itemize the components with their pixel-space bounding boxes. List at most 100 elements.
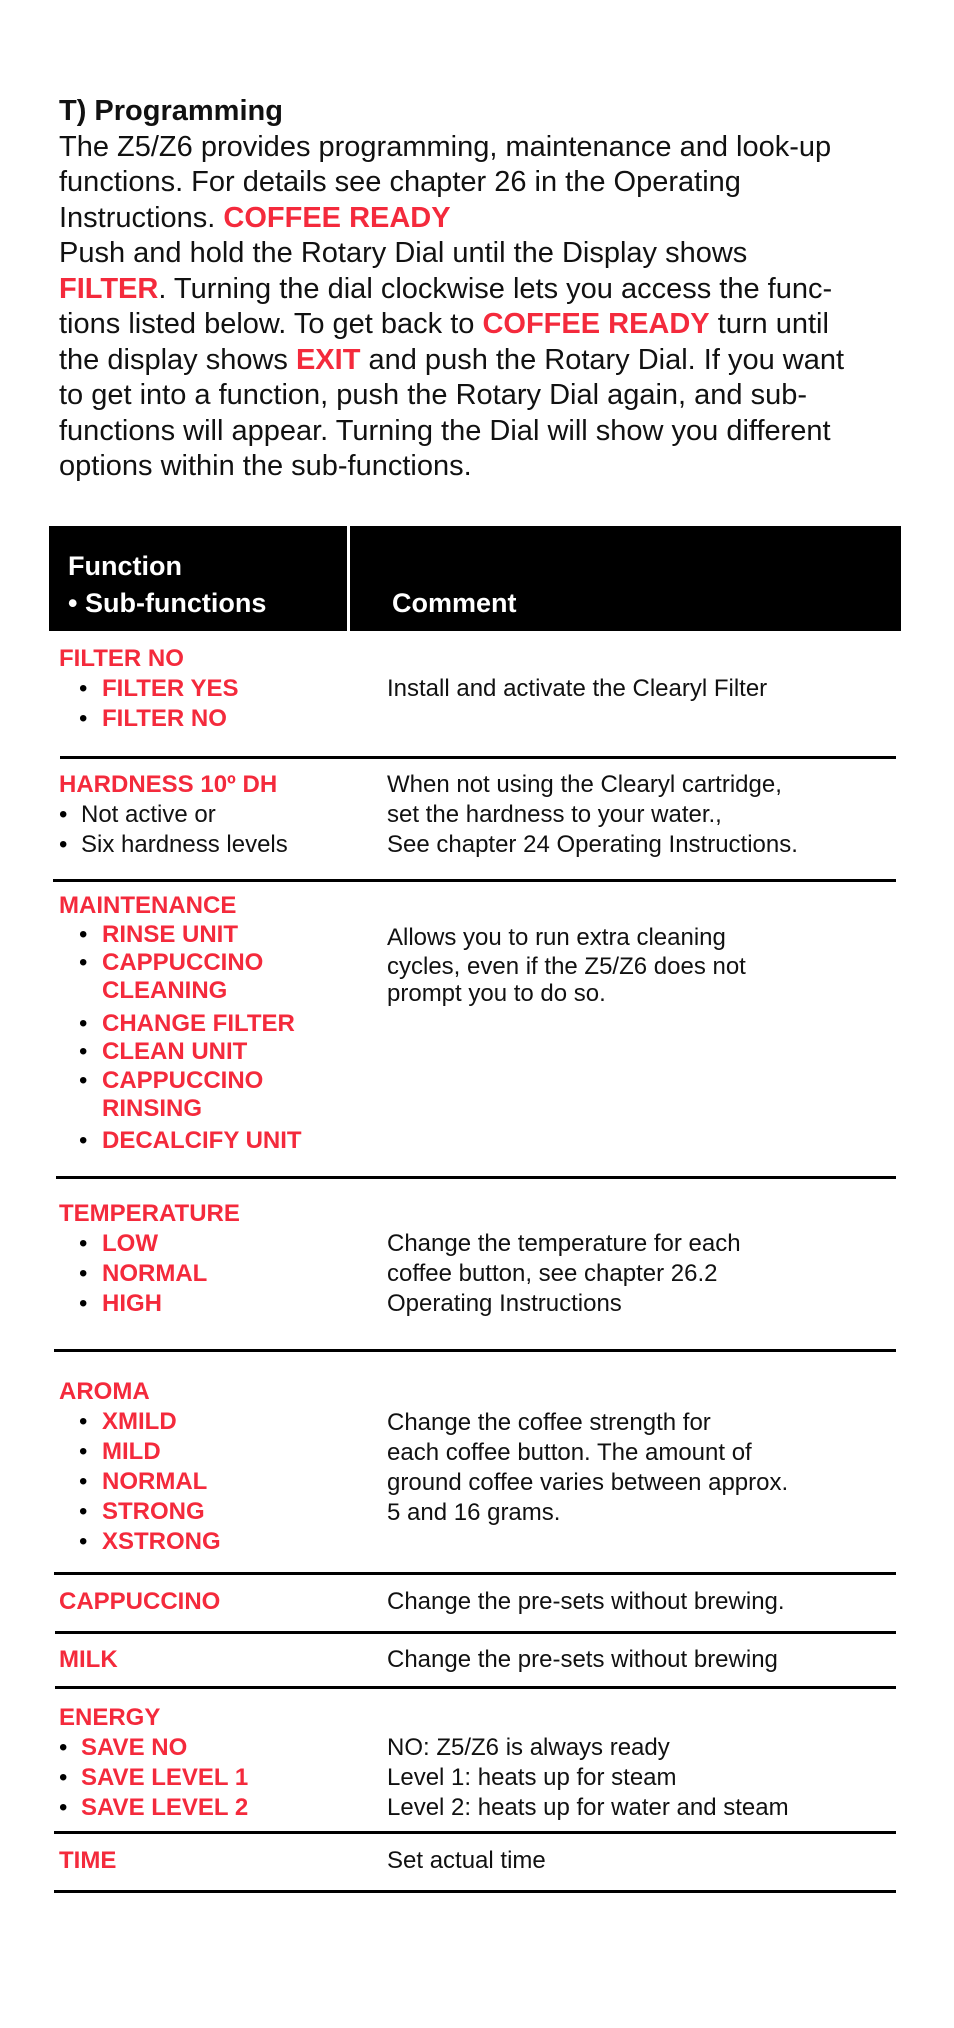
row-divider xyxy=(60,756,896,759)
sub-function-continuation: CLEANING xyxy=(102,976,228,1004)
bullet-icon: • xyxy=(79,949,88,976)
intro-text: functions. For details see chapter 26 in… xyxy=(59,166,741,198)
intro-text: Instructions. xyxy=(59,201,224,234)
intro-paragraph: The Z5/Z6 provides programming, maintena… xyxy=(59,130,844,485)
function-title: HARDNESS 10º DH xyxy=(59,771,278,798)
intro-line: functions will appear. Turning the Dial … xyxy=(59,414,844,450)
intro-text: functions will appear. Turning the Dial … xyxy=(59,414,831,447)
header-function-label: Function xyxy=(68,551,182,581)
row-filter-comment: Install and activate the Clearyl Filter xyxy=(387,675,768,702)
bullet-icon: • xyxy=(79,675,88,702)
intro-text: and push the Rotary Dial. If you want xyxy=(360,343,845,376)
row-divider xyxy=(55,1686,896,1689)
row-divider xyxy=(53,879,896,882)
function-title: CAPPUCCINO xyxy=(59,1588,221,1615)
table-header-function: Function • Sub-functions xyxy=(49,526,347,631)
bullet-icon: • xyxy=(59,1764,68,1791)
row-maintenance-comment: Allows you to run extra cleaning cycles,… xyxy=(387,924,746,1007)
row-temperature-comment: Change the temperature for each coffee b… xyxy=(387,1230,741,1317)
intro-text: the display shows xyxy=(59,343,296,376)
header-comment-label: Comment xyxy=(392,588,517,618)
intro-section: T) Programming The Z5/Z6 provides progra… xyxy=(59,94,844,485)
sub-function: • XMILD xyxy=(79,1408,177,1435)
bullet-icon: • xyxy=(79,1498,88,1525)
sub-function: • SAVE LEVEL 2 xyxy=(59,1794,249,1821)
bullet-icon: • xyxy=(79,1438,88,1465)
row-cappuccino-function: CAPPUCCINO xyxy=(59,1587,220,1617)
sub-function: • CAPPUCCINO xyxy=(79,949,264,976)
bullet-icon: • xyxy=(59,1734,68,1761)
intro-line: options within the sub-functions. xyxy=(59,449,844,485)
row-divider xyxy=(54,1349,896,1352)
highlight-term: FILTER xyxy=(59,272,159,305)
sub-function: • CAPPUCCINO xyxy=(79,1066,264,1094)
intro-line: the display shows EXIT and push the Rota… xyxy=(59,343,844,379)
intro-line: Instructions. COFFEE READY xyxy=(59,201,844,237)
sub-function: • XSTRONG xyxy=(79,1528,221,1555)
function-title: MAINTENANCE xyxy=(59,892,237,919)
function-title: MILK xyxy=(59,1646,118,1673)
sub-function: • DECALCIFY UNIT xyxy=(79,1126,302,1154)
sub-function-continuation: RINSING xyxy=(102,1095,203,1122)
intro-line: tions listed below. To get back to COFFE… xyxy=(59,307,844,343)
bullet-icon: • xyxy=(79,1038,88,1065)
intro-line: functions. For details see chapter 26 in… xyxy=(59,165,844,201)
sub-function: • NORMAL xyxy=(79,1260,208,1287)
function-title: TEMPERATURE xyxy=(59,1200,240,1227)
sub-function: • FILTER YES xyxy=(79,675,239,702)
row-milk-function: MILK xyxy=(59,1645,118,1675)
sub-function: • RINSE UNIT xyxy=(79,920,239,948)
row-hardness-function: HARDNESS 10º DH • Not active or • Six hard… xyxy=(59,770,288,860)
highlight-term: EXIT xyxy=(295,343,361,376)
intro-line: to get into a function, push the Rotary … xyxy=(59,378,844,414)
sub-function: • SAVE LEVEL 1 xyxy=(59,1764,249,1791)
bullet-icon: • xyxy=(79,1468,88,1495)
row-divider xyxy=(55,1631,896,1634)
sub-function: • CLEAN UNIT xyxy=(79,1038,248,1065)
bullet-icon: • xyxy=(59,831,68,858)
function-title: TIME xyxy=(59,1847,117,1874)
sub-function: • NORMAL xyxy=(79,1468,208,1495)
intro-line: Push and hold the Rotary Dial until the … xyxy=(59,236,844,272)
header-subfunctions-label: • Sub-functions xyxy=(68,588,267,618)
row-filter-function: FILTER NO • FILTER YES • FILTER NO xyxy=(59,644,238,734)
table-header-comment: Comment xyxy=(350,526,901,631)
row-time-comment: Set actual time xyxy=(387,1847,546,1874)
sub-function: • CHANGE FILTER xyxy=(79,1009,295,1037)
row-time-function: TIME xyxy=(59,1846,116,1876)
sub-function: • FILTER NO xyxy=(79,705,227,732)
intro-text: Push and hold the Rotary Dial until the … xyxy=(59,237,748,269)
bullet-icon: • xyxy=(79,1009,88,1037)
row-divider xyxy=(54,1890,896,1893)
sub-function: • LOW xyxy=(79,1230,158,1257)
row-aroma-comment: Change the coffee strength for each coff… xyxy=(387,1409,789,1526)
sub-function: • Six hardness levels xyxy=(59,831,288,858)
intro-text: The Z5/Z6 provides programming, maintena… xyxy=(59,130,832,163)
sub-function: • STRONG xyxy=(79,1498,205,1525)
sub-function: • Not active or xyxy=(59,801,216,828)
row-milk-comment: Change the pre-sets without brewing xyxy=(387,1646,778,1673)
bullet-icon: • xyxy=(79,920,88,948)
row-maintenance-function: MAINTENANCE • RINSE UNIT • CAPPUCCINO CLEA… xyxy=(59,892,302,1155)
intro-text: . Turning the dial clockwise lets you ac… xyxy=(158,272,833,305)
sub-function: • SAVE NO xyxy=(59,1734,188,1761)
bullet-icon: • xyxy=(79,1290,88,1317)
highlight-term: COFFEE READY xyxy=(482,308,710,340)
bullet-icon: • xyxy=(79,1528,88,1555)
intro-text: to get into a function, push the Rotary … xyxy=(59,379,808,411)
function-title: FILTER NO xyxy=(59,645,184,672)
bullet-icon: • xyxy=(59,801,68,828)
intro-text: turn until xyxy=(709,308,829,340)
row-divider xyxy=(54,1831,896,1834)
row-divider xyxy=(54,1572,896,1575)
row-cappuccino-comment: Change the pre-sets without brewing. xyxy=(387,1588,785,1615)
row-temperature-function: TEMPERATURE • LOW • NORMAL • HIGH xyxy=(59,1199,240,1319)
row-energy-comment: NO: Z5/Z6 is always ready Level 1: heats… xyxy=(387,1734,789,1821)
function-title: AROMA xyxy=(59,1378,150,1405)
bullet-icon: • xyxy=(79,1066,88,1094)
bullet-icon: • xyxy=(59,1794,68,1821)
intro-line: FILTER. Turning the dial clockwise lets … xyxy=(59,272,844,308)
intro-line: The Z5/Z6 provides programming, maintena… xyxy=(59,130,844,166)
bullet-icon: • xyxy=(79,1230,88,1257)
function-title: ENERGY xyxy=(59,1704,161,1731)
